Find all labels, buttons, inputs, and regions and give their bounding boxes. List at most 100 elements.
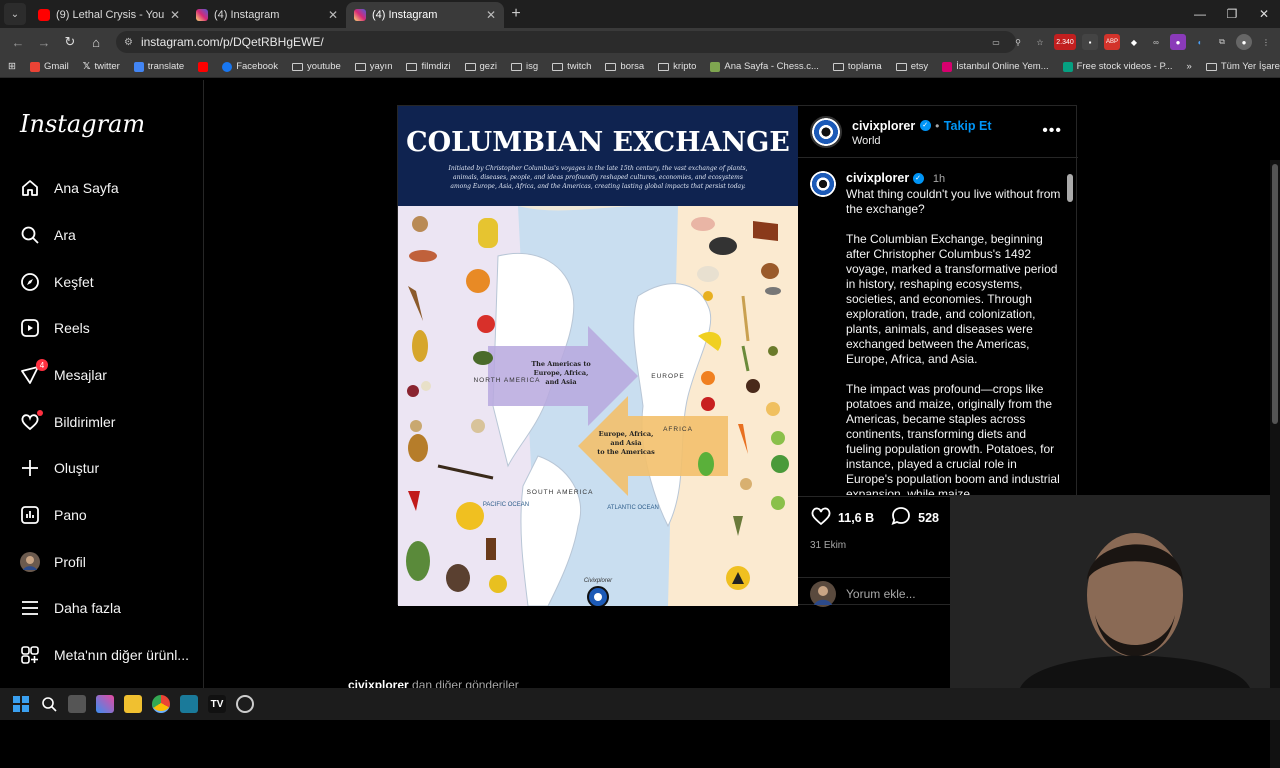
bookmark-folder[interactable]: borsa [598, 61, 651, 72]
bookmark-folder[interactable]: kripto [651, 61, 703, 72]
site-info-icon[interactable]: ⚙ [124, 37, 133, 48]
author-username[interactable]: civixplorer [852, 119, 915, 133]
bookmarks-overflow-icon[interactable]: » [1180, 61, 1199, 72]
bookmark-item[interactable]: Free stock videos - P... [1056, 61, 1180, 72]
scrollbar-thumb[interactable] [1067, 174, 1073, 202]
bookmark-folder[interactable]: twitch [545, 61, 598, 72]
close-tab-icon[interactable]: ✕ [328, 8, 338, 22]
svg-text:and Asia: and Asia [545, 378, 577, 386]
bookmark-item[interactable]: Ana Sayfa - Chess.c... [703, 61, 826, 72]
extensions-puzzle-icon[interactable]: ⧉ [1214, 34, 1230, 50]
bookmark-item[interactable]: İstanbul Online Yem... [935, 61, 1055, 72]
minimize-icon[interactable]: — [1184, 0, 1216, 28]
browser-tab[interactable]: (4) Instagram ✕ [188, 2, 346, 28]
bookmark-item[interactable]: translate [127, 61, 191, 72]
reload-icon[interactable]: ↻ [58, 30, 82, 54]
sidebar-item-messages[interactable]: 4 Mesajlar [20, 359, 107, 387]
bookmark-folder[interactable]: youtube [285, 61, 348, 72]
more-options-icon[interactable]: ••• [1042, 122, 1062, 140]
forward-icon[interactable]: → [32, 30, 56, 54]
sidebar-item-reels[interactable]: Reels [20, 316, 90, 340]
messages-badge: 4 [36, 359, 48, 371]
new-tab-button[interactable]: + [504, 2, 528, 26]
post-image[interactable]: COLUMBIAN EXCHANGE Initiated by Christop… [398, 106, 798, 606]
browser-tab[interactable]: (9) Lethal Crysis - YouTube ✕ [30, 2, 188, 28]
all-bookmarks-folder[interactable]: Tüm Yer İşaretleri [1199, 61, 1280, 72]
browser-tab-active[interactable]: (4) Instagram ✕ [346, 2, 504, 28]
pexels-icon [1062, 61, 1073, 72]
post-location[interactable]: World [852, 135, 992, 147]
extension-icon[interactable]: ● [1170, 34, 1186, 50]
like-icon[interactable] [810, 505, 832, 530]
close-tab-icon[interactable]: ✕ [170, 8, 180, 22]
sidebar-item-profile[interactable]: Profil [20, 550, 86, 574]
sidebar-item-search[interactable]: Ara [20, 223, 76, 247]
youtube-icon [198, 61, 209, 72]
file-explorer-icon[interactable] [124, 695, 142, 713]
sidebar-item-dashboard[interactable]: Pano [20, 503, 87, 527]
bookmark-folder[interactable]: toplama [826, 61, 889, 72]
caption-paragraph: The Columbian Exchange, beginning after … [846, 232, 1058, 366]
folder-icon [895, 62, 907, 71]
sidebar-item-create[interactable]: Oluştur [20, 456, 99, 480]
recording-app-icon[interactable] [236, 695, 254, 713]
comment-icon[interactable] [890, 505, 912, 530]
tradingview-icon[interactable]: TV [208, 695, 226, 713]
folder-icon [510, 62, 522, 71]
comment-input[interactable]: Yorum ekle... [846, 587, 916, 601]
sidebar-item-explore[interactable]: Keşfet [20, 270, 94, 294]
bookmark-folder[interactable]: yayın [348, 61, 400, 72]
bookmark-item[interactable]: Facebook [215, 61, 285, 72]
bookmark-folder[interactable]: isg [504, 61, 545, 72]
extension-icon[interactable]: ◆ [1126, 34, 1142, 50]
extension-icon[interactable]: ▪ [1082, 34, 1098, 50]
bookmark-item[interactable] [191, 61, 215, 72]
page-scrollbar-thumb[interactable] [1272, 164, 1278, 424]
author-avatar[interactable] [810, 115, 842, 148]
extension-badge-icon[interactable]: 2.340 [1054, 34, 1076, 50]
likes-count[interactable]: 11,6 B [838, 511, 874, 525]
install-app-icon[interactable]: ▭ [988, 34, 1004, 50]
home-icon[interactable]: ⌂ [84, 30, 108, 54]
comments-count[interactable]: 528 [918, 511, 939, 525]
close-window-icon[interactable]: ✕ [1248, 0, 1280, 28]
apps-grid-icon[interactable]: ⊞ [0, 61, 23, 72]
adblock-icon[interactable]: ABP [1104, 34, 1120, 50]
follow-button[interactable]: Takip Et [944, 119, 992, 133]
sidebar-item-meta[interactable]: Meta'nın diğer ürünl... [20, 643, 189, 667]
caption-scrollbar[interactable] [1066, 162, 1074, 494]
instagram-logo[interactable]: Instagram [20, 110, 145, 138]
tab-search-button[interactable]: ⌄ [4, 3, 26, 25]
back-icon[interactable]: ← [6, 30, 30, 54]
bookmark-star-icon[interactable]: ☆ [1032, 34, 1048, 50]
restore-icon[interactable]: ❐ [1216, 0, 1248, 28]
bookmark-folder[interactable]: etsy [889, 61, 935, 72]
task-view-icon[interactable] [68, 695, 86, 713]
columbian-exchange-infographic: COLUMBIAN EXCHANGE Initiated by Christop… [398, 106, 798, 606]
youtube-favicon-icon [38, 9, 50, 21]
chrome-icon[interactable] [152, 695, 170, 713]
app-icon[interactable] [180, 695, 198, 713]
bookmark-folder[interactable]: filmdizi [399, 61, 457, 72]
search-icon[interactable] [40, 695, 58, 713]
sidebar-item-more[interactable]: Daha fazla [20, 596, 121, 620]
svg-text:Initiated by Christopher Colum: Initiated by Christopher Columbus's voya… [448, 165, 748, 172]
sidebar-item-home[interactable]: Ana Sayfa [20, 176, 119, 200]
close-tab-icon[interactable]: ✕ [486, 8, 496, 22]
extension-icon[interactable]: ◐ [1192, 34, 1208, 50]
browser-menu-icon[interactable]: ⋮ [1258, 34, 1274, 50]
caption-username[interactable]: civixplorer [846, 171, 909, 185]
windows-start-icon[interactable] [12, 695, 30, 713]
zoom-icon[interactable]: ⚲ [1010, 34, 1026, 50]
sidebar-item-notifications[interactable]: Bildirimler [20, 410, 115, 434]
bookmark-item[interactable]: 𝕏twitter [76, 61, 127, 72]
bookmark-folder[interactable]: gezi [458, 61, 504, 72]
profile-avatar-icon[interactable]: ● [1236, 34, 1252, 50]
address-bar[interactable]: ⚙ instagram.com/p/DQetRBHgEWE/ [116, 31, 1016, 53]
caption-avatar[interactable] [810, 171, 836, 197]
copilot-icon[interactable] [96, 695, 114, 713]
bookmark-item[interactable]: Gmail [23, 61, 76, 72]
extension-icon[interactable]: ∞ [1148, 34, 1164, 50]
page-scrollbar[interactable] [1270, 160, 1280, 768]
messenger-icon: 4 [20, 359, 48, 385]
